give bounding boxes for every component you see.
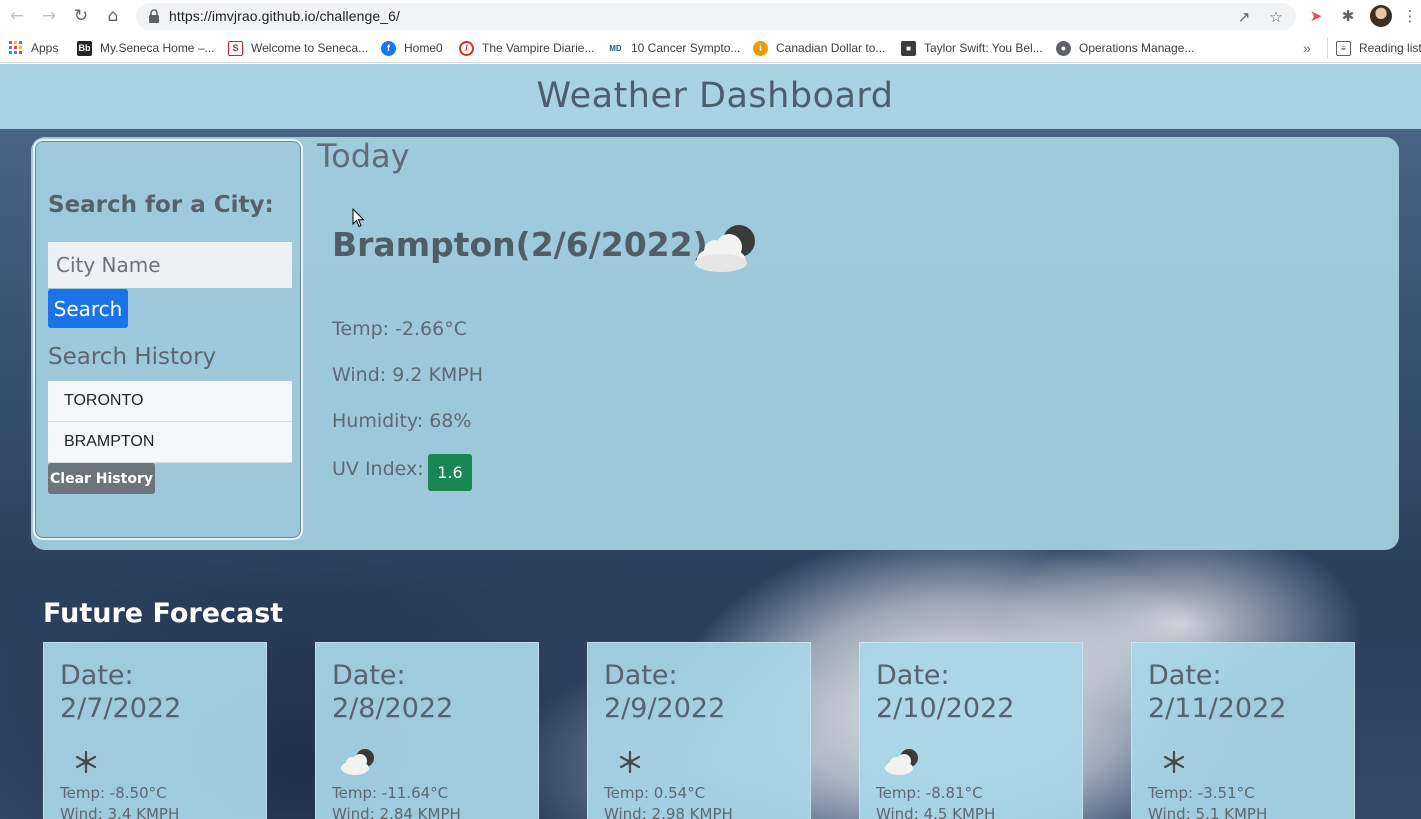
seneca-library-icon: S [228, 40, 243, 56]
forecast-card: Date: 2/9/2022 Temp: 0.54°C Wind: 2.98 K… [587, 642, 811, 819]
history-item-toronto[interactable]: TORONTO [48, 381, 292, 422]
forecast-card: Date: 2/7/2022 Temp: -8.50°C Wind: 3.4 K… [43, 642, 267, 819]
puzzle-extensions-icon[interactable]: ✱ [1337, 5, 1359, 27]
snowflake-icon [619, 750, 641, 774]
main-panel: Search for a City: Search Search History… [31, 137, 1399, 550]
cloud-night-icon [695, 225, 755, 272]
bookmarks-divider [1327, 38, 1328, 58]
forward-arrow-icon[interactable]: → [37, 4, 61, 28]
reading-list-icon: ≡ [1336, 40, 1351, 56]
info-orange-icon: i [753, 40, 768, 56]
vampire-diaries-icon: / [459, 40, 474, 56]
cloud-night-icon [341, 749, 374, 775]
search-button[interactable]: Search [48, 289, 128, 328]
today-label: Today [317, 137, 410, 175]
search-panel: Search for a City: Search Search History… [33, 139, 303, 540]
forecast-card: Date: 2/8/2022 Temp: -11.64°C Wind: 2.84… [315, 642, 539, 819]
blackboard-icon: Bb [77, 40, 92, 56]
forecast-card: Date: 2/10/2022 Temp: -8.81°C Wind: 4.5 … [859, 642, 1083, 819]
history-heading: Search History [48, 344, 217, 370]
extension-record-icon[interactable]: ➤ [1305, 5, 1327, 27]
browser-toolbar: ← → ↻ ⌂ https://imvjrao.github.io/challe… [0, 0, 1421, 33]
snowflake-icon [75, 750, 97, 774]
globe-icon: ● [1056, 40, 1071, 56]
bookmark-myseneca[interactable]: Bb My.Seneca Home –... [77, 39, 215, 57]
forecast-date: Date: 2/9/2022 [604, 660, 726, 724]
avatar[interactable] [1370, 5, 1392, 27]
bookmarks-overflow-icon[interactable]: » [1303, 39, 1311, 57]
address-bar[interactable]: https://imvjrao.github.io/challenge_6/ ↗… [136, 3, 1296, 30]
uv-label: UV Index: [332, 458, 424, 480]
forecast-wind: Wind: 4.5 KMPH [876, 805, 996, 819]
reload-icon[interactable]: ↻ [69, 4, 93, 28]
current-city-date: Brampton(2/6/2022) [332, 225, 708, 264]
clear-history-button[interactable]: Clear History [48, 463, 155, 494]
current-humidity: Humidity: 68% [332, 410, 472, 432]
forecast-date: Date: 2/10/2022 [876, 660, 1015, 724]
reading-list-button[interactable]: ≡ Reading list [1336, 39, 1421, 57]
page-title: Weather Dashboard [536, 76, 894, 116]
forecast-wind: Wind: 3.4 KMPH [60, 805, 180, 819]
current-wind: Wind: 9.2 KMPH [332, 364, 484, 386]
uv-badge: 1.6 [428, 454, 472, 491]
header: Weather Dashboard [0, 64, 1421, 129]
forecast-card: Date: 2/11/2022 Temp: -3.51°C Wind: 5.1 … [1131, 642, 1355, 819]
webmd-icon: MD [608, 40, 623, 56]
forecast-temp: Temp: -11.64°C [332, 784, 449, 802]
apps-grid-icon [8, 41, 23, 56]
forecast-wind: Wind: 5.1 KMPH [1148, 805, 1268, 819]
forecast-temp: Temp: 0.54°C [604, 784, 706, 802]
future-forecast-heading: Future Forecast [43, 598, 284, 629]
facebook-icon: f [381, 40, 396, 56]
forecast-wind: Wind: 2.84 KMPH [332, 805, 461, 819]
city-input[interactable] [48, 242, 292, 288]
imdb-clapper-icon: ■ [901, 40, 916, 56]
forecast-temp: Temp: -8.81°C [876, 784, 983, 802]
forecast-wind: Wind: 2.98 KMPH [604, 805, 733, 819]
bookmark-canadian-dollar[interactable]: i Canadian Dollar to... [753, 39, 885, 57]
share-icon[interactable]: ↗ [1234, 7, 1254, 27]
home-icon[interactable]: ⌂ [101, 4, 125, 28]
bookmarks-bar: Apps Bb My.Seneca Home –... S Welcome to… [0, 33, 1421, 63]
back-arrow-icon[interactable]: ← [5, 4, 29, 28]
forecast-date: Date: 2/7/2022 [60, 660, 182, 724]
current-temp: Temp: -2.66°C [332, 318, 468, 340]
forecast-temp: Temp: -3.51°C [1148, 784, 1255, 802]
lock-icon [149, 9, 159, 23]
forecast-temp: Temp: -8.50°C [60, 784, 167, 802]
forecast-date: Date: 2/11/2022 [1148, 660, 1287, 724]
bookmark-webmd[interactable]: MD 10 Cancer Sympto... [608, 39, 740, 57]
mouse-cursor-icon [352, 208, 365, 228]
search-heading: Search for a City: [48, 192, 274, 218]
bookmark-star-icon[interactable]: ☆ [1266, 7, 1286, 27]
history-item-brampton[interactable]: BRAMPTON [48, 422, 292, 463]
bookmark-taylor-swift[interactable]: ■ Taylor Swift: You Bel... [901, 39, 1043, 57]
bookmark-facebook[interactable]: f Home0 [381, 39, 443, 57]
bookmark-apps[interactable]: Apps [8, 39, 58, 57]
kebab-menu-icon[interactable]: ⋮ [1402, 5, 1418, 27]
bookmark-operations[interactable]: ● Operations Manage... [1056, 39, 1194, 57]
forecast-date: Date: 2/8/2022 [332, 660, 454, 724]
cloud-night-icon [885, 749, 918, 775]
bookmark-seneca-library[interactable]: S Welcome to Seneca... [228, 39, 368, 57]
history-list: TORONTO BRAMPTON [48, 381, 292, 463]
bookmark-vampire-diaries[interactable]: / The Vampire Diarie... [459, 39, 594, 57]
url-text: https://imvjrao.github.io/challenge_6/ [169, 8, 401, 24]
page-background: Weather Dashboard Search for a City: Sea… [0, 64, 1421, 819]
snowflake-icon [1163, 750, 1185, 774]
